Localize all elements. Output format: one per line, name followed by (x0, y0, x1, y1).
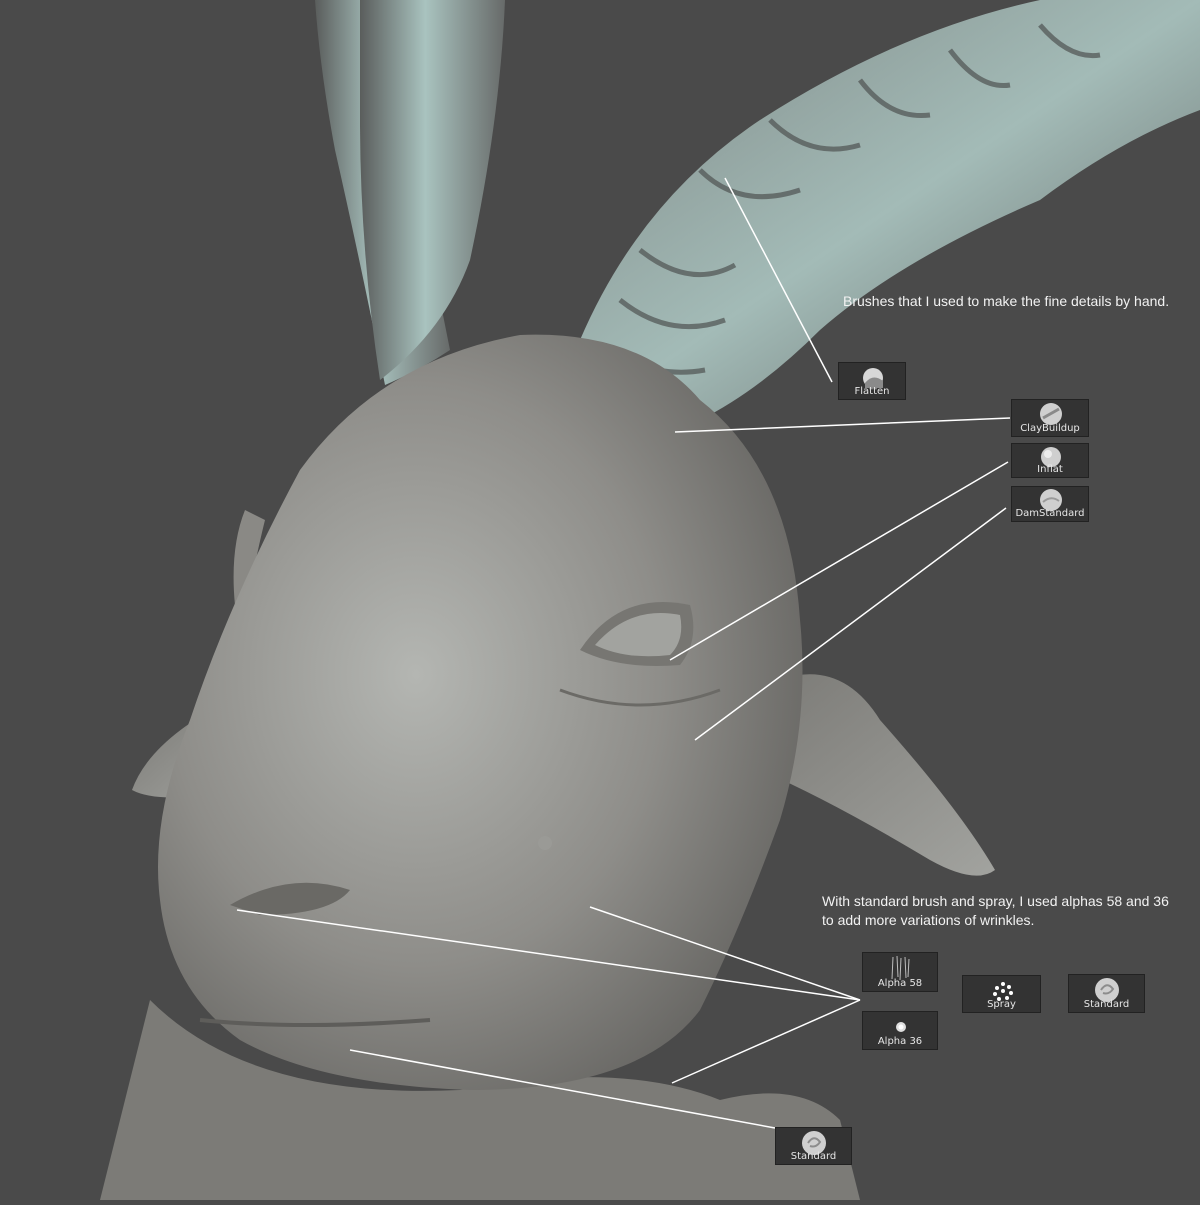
brushes-note: Brushes that I used to make the fine det… (843, 293, 1170, 309)
alpha-58-tile[interactable]: Alpha 58 (862, 952, 938, 992)
wrinkles-note-line-1: With standard brush and spray, I used al… (822, 893, 1169, 909)
claybuildup-brush-label: ClayBuildup (1020, 423, 1080, 434)
goat-sculpt-render (100, 0, 1200, 1200)
claybuildup-brush-tile[interactable]: ClayBuildup (1011, 399, 1089, 437)
goat-head (158, 334, 803, 1091)
left-horn (315, 0, 505, 385)
sculpt-viewport: Brushes that I used to make the fine det… (0, 0, 1200, 1200)
standard-brush-label: Standard (1083, 999, 1130, 1010)
alpha-36-label: Alpha 36 (877, 1036, 923, 1047)
mouth-standard-brush-label: Standard (790, 1151, 837, 1162)
right-horn (580, 0, 1200, 420)
flatten-brush-tile[interactable]: Flatten (838, 362, 906, 400)
standard-brush-tile[interactable]: Standard (1068, 974, 1145, 1013)
alpha-58-label: Alpha 58 (877, 978, 923, 989)
wrinkles-note-line-2: to add more variations of wrinkles. (822, 912, 1035, 928)
spray-stroke-label: Spray (987, 999, 1016, 1010)
mouth-standard-brush-tile[interactable]: Standard (775, 1127, 852, 1165)
damstandard-brush-tile[interactable]: DamStandard (1011, 486, 1089, 522)
flatten-brush-label: Flatten (854, 386, 890, 397)
inflat-brush-label: Inflat (1037, 464, 1063, 475)
alpha-36-tile[interactable]: Alpha 36 (862, 1011, 938, 1050)
inflat-brush-tile[interactable]: Inflat (1011, 443, 1089, 478)
spray-stroke-tile[interactable]: Spray (962, 975, 1041, 1013)
damstandard-brush-label: DamStandard (1015, 508, 1085, 519)
